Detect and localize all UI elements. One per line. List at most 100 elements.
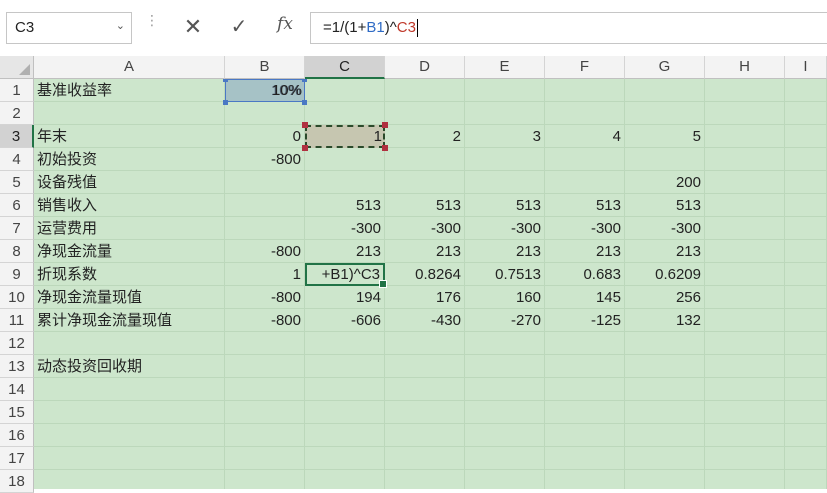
cell-i9[interactable]	[785, 263, 827, 286]
column-header-i[interactable]: I	[785, 56, 827, 79]
cell-f6[interactable]: 513	[545, 194, 625, 217]
cell-f8[interactable]: 213	[545, 240, 625, 263]
cell-c4[interactable]	[305, 148, 385, 171]
cell-c10[interactable]: 194	[305, 286, 385, 309]
select-all-button[interactable]	[0, 56, 34, 79]
cell-h9[interactable]	[705, 263, 785, 286]
cell-d8[interactable]: 213	[385, 240, 465, 263]
row-header-13[interactable]: 13	[0, 355, 34, 378]
cell-d10[interactable]: 176	[385, 286, 465, 309]
cell-b14[interactable]	[225, 378, 305, 401]
cell-e1[interactable]	[465, 79, 545, 102]
cell-i8[interactable]	[785, 240, 827, 263]
cell-g17[interactable]	[625, 447, 705, 470]
cell-d9[interactable]: 0.8264	[385, 263, 465, 286]
cell-b15[interactable]	[225, 401, 305, 424]
cell-a1[interactable]: 基准收益率	[34, 79, 225, 102]
cell-d3[interactable]: 2	[385, 125, 465, 148]
cell-a12[interactable]	[34, 332, 225, 355]
cell-b7[interactable]	[225, 217, 305, 240]
cell-a10[interactable]: 净现金流量现值	[34, 286, 225, 309]
cell-e3[interactable]: 3	[465, 125, 545, 148]
cell-e13[interactable]	[465, 355, 545, 378]
cell-h18[interactable]	[705, 470, 785, 489]
cell-i17[interactable]	[785, 447, 827, 470]
column-header-g[interactable]: G	[625, 56, 705, 79]
cell-b13[interactable]	[225, 355, 305, 378]
cell-c16[interactable]	[305, 424, 385, 447]
column-header-f[interactable]: F	[545, 56, 625, 79]
cell-f15[interactable]	[545, 401, 625, 424]
cell-f7[interactable]: -300	[545, 217, 625, 240]
cell-b8[interactable]: -800	[225, 240, 305, 263]
cell-i15[interactable]	[785, 401, 827, 424]
cell-h13[interactable]	[705, 355, 785, 378]
cell-f9[interactable]: 0.683	[545, 263, 625, 286]
cell-a4[interactable]: 初始投资	[34, 148, 225, 171]
column-header-c[interactable]: C	[305, 56, 385, 79]
cell-c7[interactable]: -300	[305, 217, 385, 240]
cell-b2[interactable]	[225, 102, 305, 125]
cell-a18[interactable]	[34, 470, 225, 489]
cell-i5[interactable]	[785, 171, 827, 194]
cell-d13[interactable]	[385, 355, 465, 378]
cell-d6[interactable]: 513	[385, 194, 465, 217]
cell-e18[interactable]	[465, 470, 545, 489]
row-header-17[interactable]: 17	[0, 447, 34, 470]
cell-g4[interactable]	[625, 148, 705, 171]
cell-d1[interactable]	[385, 79, 465, 102]
drag-handle-icon[interactable]: ⋮	[145, 13, 159, 27]
cell-g13[interactable]	[625, 355, 705, 378]
cell-i11[interactable]	[785, 309, 827, 332]
cell-g7[interactable]: -300	[625, 217, 705, 240]
cell-a3[interactable]: 年末	[34, 125, 225, 148]
cell-e16[interactable]	[465, 424, 545, 447]
cell-h8[interactable]	[705, 240, 785, 263]
cell-a9[interactable]: 折现系数	[34, 263, 225, 286]
cell-i16[interactable]	[785, 424, 827, 447]
cell-g10[interactable]: 256	[625, 286, 705, 309]
cell-b17[interactable]	[225, 447, 305, 470]
cell-d2[interactable]	[385, 102, 465, 125]
cell-f5[interactable]	[545, 171, 625, 194]
cell-e8[interactable]: 213	[465, 240, 545, 263]
cell-d18[interactable]	[385, 470, 465, 489]
cell-g16[interactable]	[625, 424, 705, 447]
cell-d17[interactable]	[385, 447, 465, 470]
cell-g5[interactable]: 200	[625, 171, 705, 194]
cell-c17[interactable]	[305, 447, 385, 470]
row-header-11[interactable]: 11	[0, 309, 34, 332]
cell-b4[interactable]: -800	[225, 148, 305, 171]
cell-d12[interactable]	[385, 332, 465, 355]
row-header-10[interactable]: 10	[0, 286, 34, 309]
cell-d16[interactable]	[385, 424, 465, 447]
row-header-4[interactable]: 4	[0, 148, 34, 171]
cell-a6[interactable]: 销售收入	[34, 194, 225, 217]
cell-h17[interactable]	[705, 447, 785, 470]
cell-f11[interactable]: -125	[545, 309, 625, 332]
column-header-b[interactable]: B	[225, 56, 305, 79]
row-header-8[interactable]: 8	[0, 240, 34, 263]
insert-function-button[interactable]: fx	[272, 14, 298, 42]
cell-h3[interactable]	[705, 125, 785, 148]
cell-b5[interactable]	[225, 171, 305, 194]
cell-f18[interactable]	[545, 470, 625, 489]
cell-g1[interactable]	[625, 79, 705, 102]
cell-d11[interactable]: -430	[385, 309, 465, 332]
cell-f12[interactable]	[545, 332, 625, 355]
cell-g11[interactable]: 132	[625, 309, 705, 332]
cell-d5[interactable]	[385, 171, 465, 194]
cell-h5[interactable]	[705, 171, 785, 194]
cell-b18[interactable]	[225, 470, 305, 489]
cell-e2[interactable]	[465, 102, 545, 125]
row-header-16[interactable]: 16	[0, 424, 34, 447]
formula-input[interactable]: =1/(1+B1)^C3	[310, 12, 827, 44]
cell-e12[interactable]	[465, 332, 545, 355]
cell-a8[interactable]: 净现金流量	[34, 240, 225, 263]
cell-a15[interactable]	[34, 401, 225, 424]
row-header-5[interactable]: 5	[0, 171, 34, 194]
cell-f17[interactable]	[545, 447, 625, 470]
cell-g18[interactable]	[625, 470, 705, 489]
name-box[interactable]: C3 ⌄	[6, 12, 132, 44]
cell-i7[interactable]	[785, 217, 827, 240]
